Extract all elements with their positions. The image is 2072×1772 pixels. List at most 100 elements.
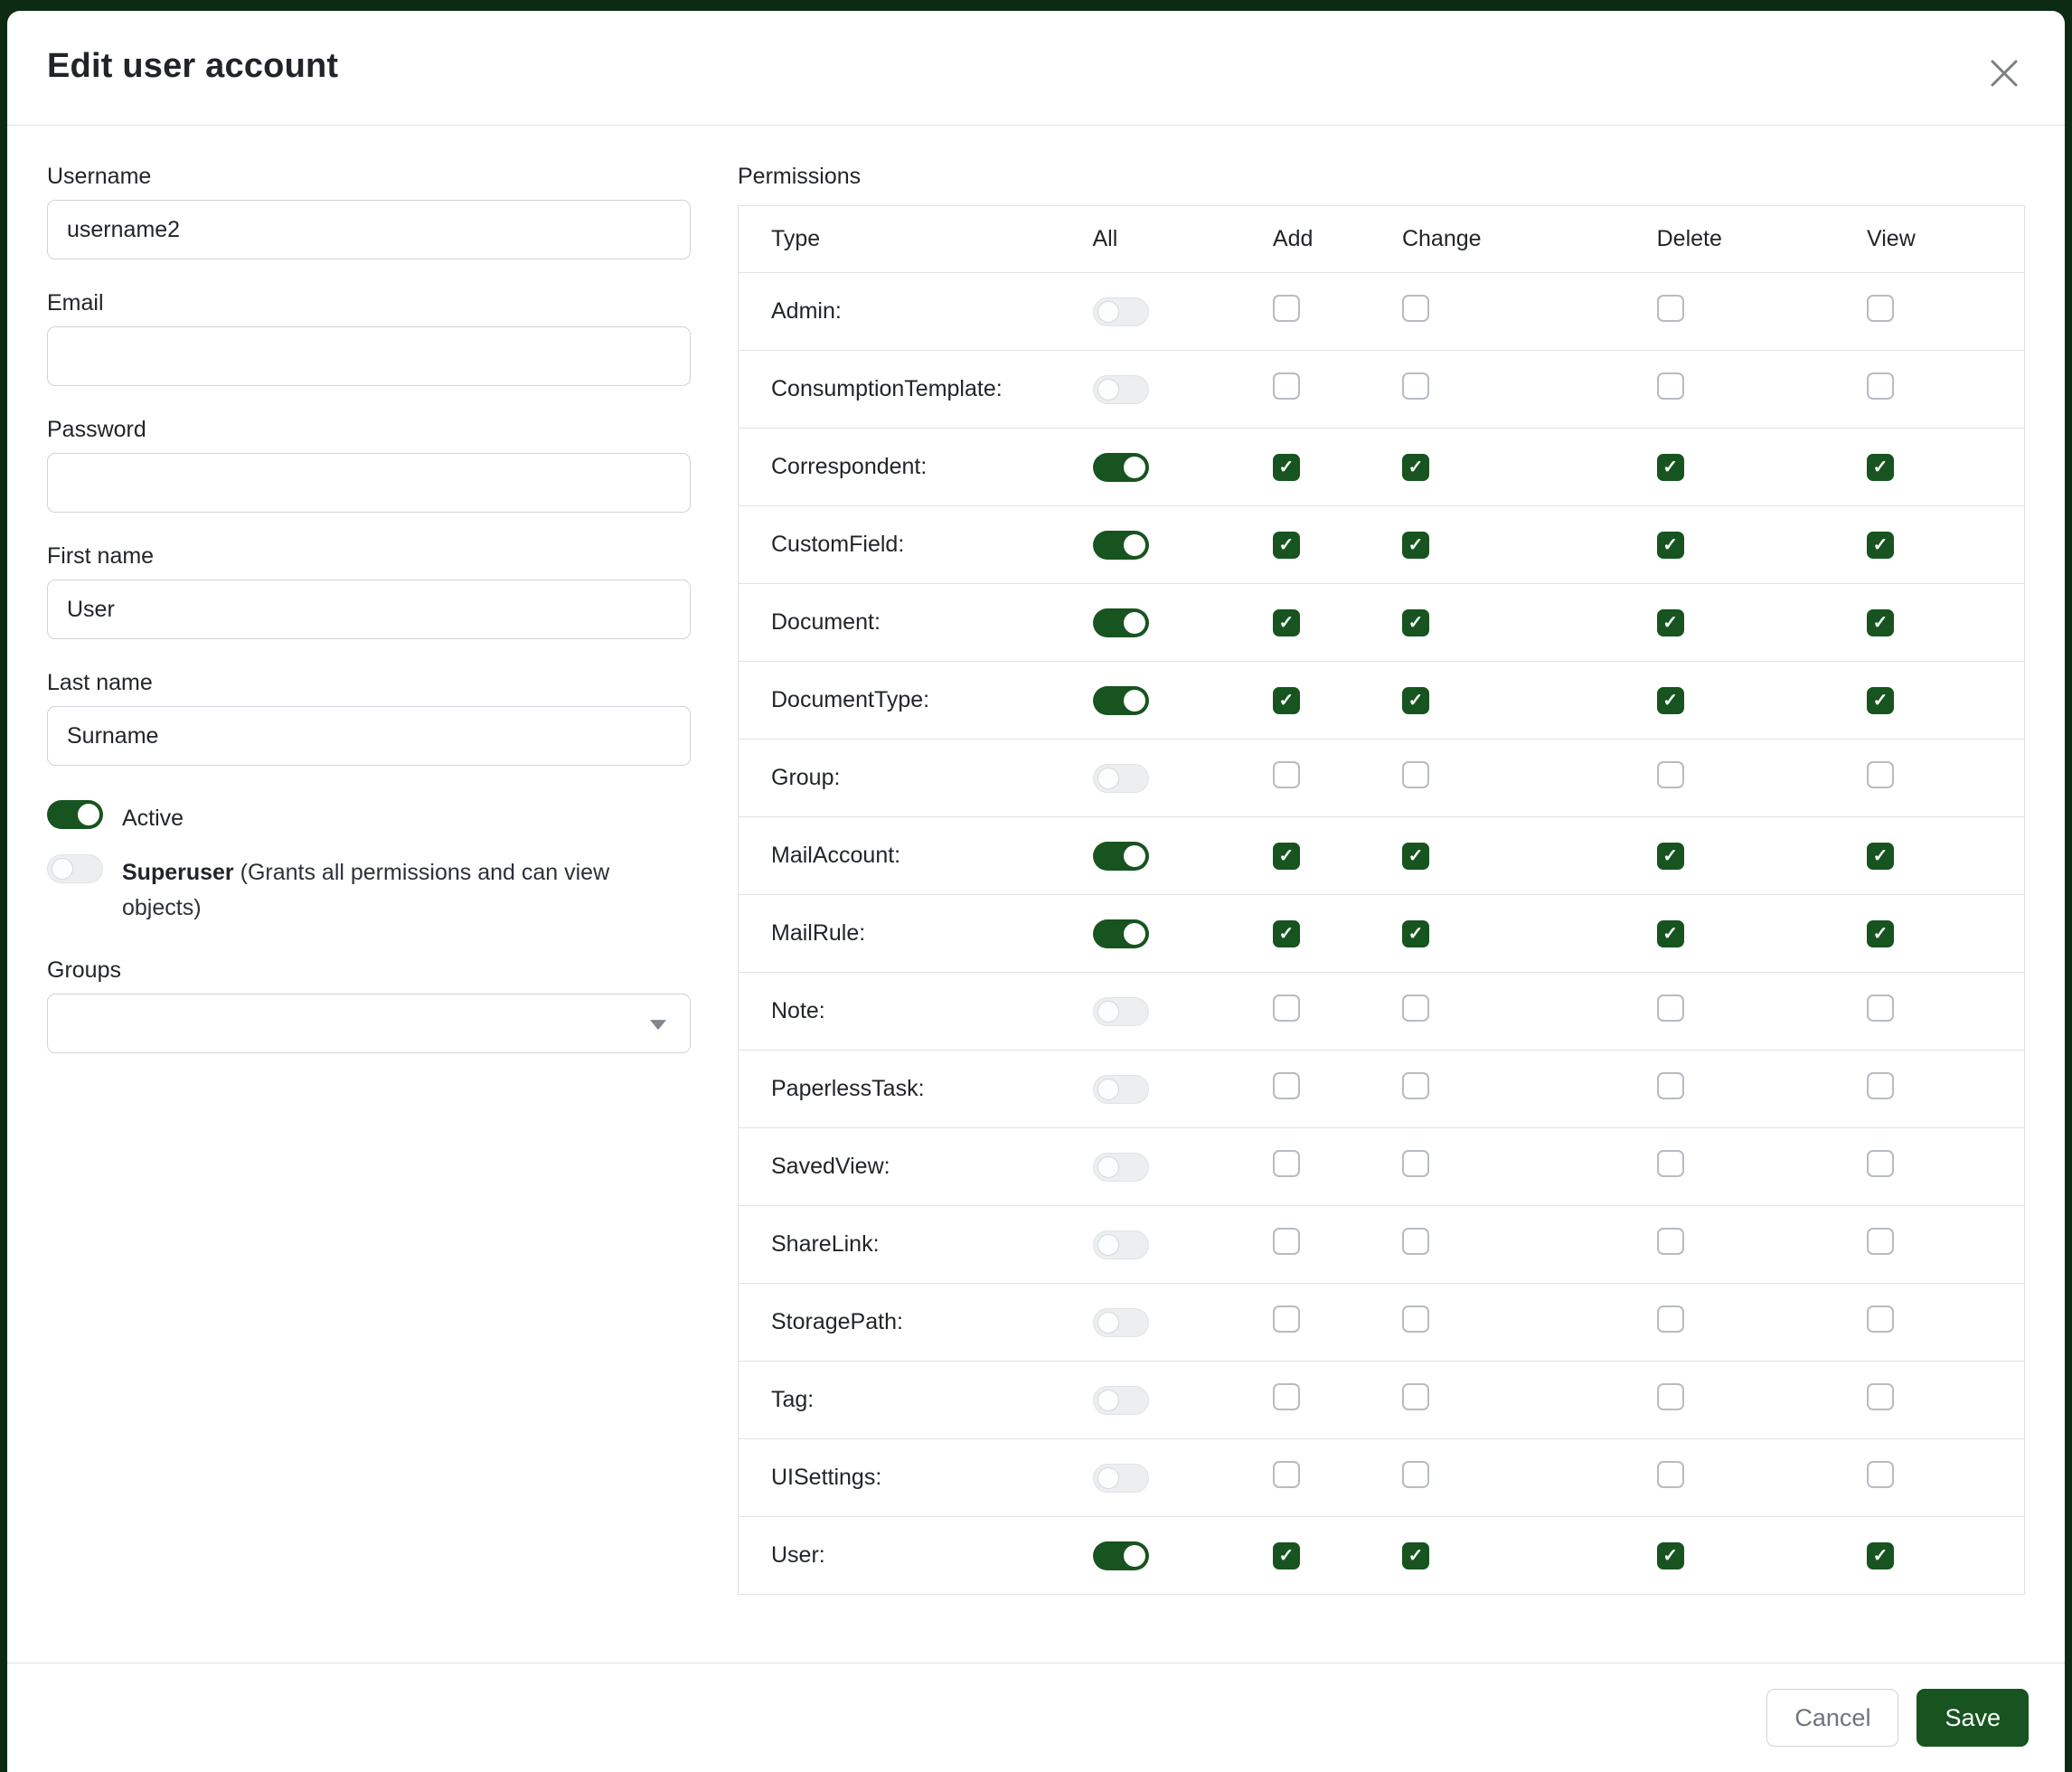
permission-type-label: MailRule: [739, 895, 1093, 973]
permission-add-checkbox[interactable] [1273, 761, 1300, 788]
permission-add-checkbox[interactable] [1273, 1150, 1300, 1177]
permission-delete-checkbox[interactable]: ✓ [1657, 843, 1684, 870]
permission-view-checkbox[interactable]: ✓ [1867, 843, 1894, 870]
permission-all-toggle[interactable] [1093, 1075, 1149, 1104]
permission-change-checkbox[interactable]: ✓ [1402, 609, 1429, 636]
permission-delete-checkbox[interactable] [1657, 1305, 1684, 1333]
permission-all-toggle[interactable] [1093, 297, 1149, 326]
permission-change-checkbox[interactable] [1402, 1383, 1429, 1410]
permission-all-toggle[interactable] [1093, 1386, 1149, 1415]
permission-all-toggle[interactable] [1093, 919, 1149, 948]
permission-row: Tag: [739, 1362, 2025, 1439]
permission-add-checkbox[interactable] [1273, 372, 1300, 400]
permission-delete-checkbox[interactable] [1657, 372, 1684, 400]
permission-all-toggle[interactable] [1093, 1541, 1149, 1570]
permission-delete-checkbox[interactable]: ✓ [1657, 609, 1684, 636]
permission-change-checkbox[interactable]: ✓ [1402, 532, 1429, 559]
permission-change-checkbox[interactable] [1402, 1461, 1429, 1488]
permission-delete-checkbox[interactable] [1657, 1461, 1684, 1488]
permission-delete-checkbox[interactable] [1657, 761, 1684, 788]
permission-add-checkbox[interactable] [1273, 1383, 1300, 1410]
permission-view-checkbox[interactable]: ✓ [1867, 1542, 1894, 1569]
permission-view-checkbox[interactable]: ✓ [1867, 532, 1894, 559]
permission-view-checkbox[interactable]: ✓ [1867, 687, 1894, 714]
permission-all-toggle[interactable] [1093, 1308, 1149, 1337]
permission-delete-checkbox[interactable] [1657, 1383, 1684, 1410]
permission-view-checkbox[interactable]: ✓ [1867, 454, 1894, 481]
permission-view-checkbox[interactable]: ✓ [1867, 920, 1894, 947]
permission-view-checkbox[interactable] [1867, 295, 1894, 322]
permission-add-checkbox[interactable]: ✓ [1273, 687, 1300, 714]
permission-change-checkbox[interactable] [1402, 295, 1429, 322]
permission-change-checkbox[interactable] [1402, 761, 1429, 788]
permission-all-toggle[interactable] [1093, 764, 1149, 793]
permission-view-checkbox[interactable] [1867, 1150, 1894, 1177]
cancel-button[interactable]: Cancel [1766, 1689, 1898, 1747]
permission-view-checkbox[interactable] [1867, 372, 1894, 400]
permission-change-checkbox[interactable]: ✓ [1402, 920, 1429, 947]
permission-delete-checkbox[interactable]: ✓ [1657, 1542, 1684, 1569]
password-input[interactable] [47, 453, 691, 513]
groups-select[interactable] [47, 994, 691, 1053]
close-button[interactable] [1983, 52, 2025, 94]
permission-delete-checkbox[interactable] [1657, 295, 1684, 322]
last-name-input[interactable] [47, 706, 691, 766]
permission-delete-checkbox[interactable] [1657, 1150, 1684, 1177]
permission-add-checkbox[interactable]: ✓ [1273, 609, 1300, 636]
permission-add-checkbox[interactable]: ✓ [1273, 1542, 1300, 1569]
permission-delete-checkbox[interactable] [1657, 994, 1684, 1022]
permission-all-toggle[interactable] [1093, 1230, 1149, 1259]
active-toggle[interactable] [47, 800, 103, 829]
permission-change-checkbox[interactable] [1402, 1150, 1429, 1177]
permission-change-checkbox[interactable]: ✓ [1402, 1542, 1429, 1569]
permission-delete-checkbox[interactable]: ✓ [1657, 454, 1684, 481]
permission-add-checkbox[interactable] [1273, 295, 1300, 322]
permission-view-checkbox[interactable] [1867, 994, 1894, 1022]
permission-all-toggle[interactable] [1093, 375, 1149, 404]
superuser-toggle[interactable] [47, 854, 103, 883]
permission-all-toggle[interactable] [1093, 1153, 1149, 1182]
permission-change-checkbox[interactable]: ✓ [1402, 687, 1429, 714]
permission-change-checkbox[interactable] [1402, 1072, 1429, 1099]
permission-delete-checkbox[interactable] [1657, 1228, 1684, 1255]
permission-add-checkbox[interactable]: ✓ [1273, 843, 1300, 870]
permission-change-checkbox[interactable] [1402, 994, 1429, 1022]
permission-view-checkbox[interactable] [1867, 1383, 1894, 1410]
permission-all-toggle[interactable] [1093, 1464, 1149, 1493]
permission-view-checkbox[interactable] [1867, 1072, 1894, 1099]
permission-view-checkbox[interactable] [1867, 1228, 1894, 1255]
username-input[interactable] [47, 200, 691, 259]
permission-change-checkbox[interactable] [1402, 1228, 1429, 1255]
permission-all-toggle[interactable] [1093, 842, 1149, 871]
permission-all-toggle[interactable] [1093, 686, 1149, 715]
permission-change-checkbox[interactable]: ✓ [1402, 454, 1429, 481]
permission-add-checkbox[interactable] [1273, 1461, 1300, 1488]
permission-view-checkbox[interactable] [1867, 761, 1894, 788]
permission-view-checkbox[interactable] [1867, 1461, 1894, 1488]
permission-delete-checkbox[interactable]: ✓ [1657, 920, 1684, 947]
first-name-input[interactable] [47, 580, 691, 639]
permission-change-checkbox[interactable] [1402, 372, 1429, 400]
permission-all-toggle[interactable] [1093, 531, 1149, 560]
permission-change-checkbox[interactable]: ✓ [1402, 843, 1429, 870]
permission-add-checkbox[interactable]: ✓ [1273, 454, 1300, 481]
permission-all-toggle[interactable] [1093, 997, 1149, 1026]
save-button[interactable]: Save [1917, 1689, 2029, 1747]
permission-view-checkbox[interactable]: ✓ [1867, 609, 1894, 636]
permission-delete-checkbox[interactable] [1657, 1072, 1684, 1099]
permission-add-checkbox[interactable] [1273, 1305, 1300, 1333]
permission-type-label: CustomField: [739, 506, 1093, 584]
permission-add-checkbox[interactable]: ✓ [1273, 920, 1300, 947]
email-input[interactable] [47, 326, 691, 386]
permission-add-checkbox[interactable]: ✓ [1273, 532, 1300, 559]
permission-delete-checkbox[interactable]: ✓ [1657, 687, 1684, 714]
permission-add-checkbox[interactable] [1273, 1228, 1300, 1255]
permission-add-checkbox[interactable] [1273, 1072, 1300, 1099]
permission-delete-checkbox[interactable]: ✓ [1657, 532, 1684, 559]
permission-view-checkbox[interactable] [1867, 1305, 1894, 1333]
permission-all-toggle[interactable] [1093, 453, 1149, 482]
permission-add-checkbox[interactable] [1273, 994, 1300, 1022]
permission-all-toggle[interactable] [1093, 608, 1149, 637]
last-name-group: Last name [47, 670, 691, 766]
permission-change-checkbox[interactable] [1402, 1305, 1429, 1333]
